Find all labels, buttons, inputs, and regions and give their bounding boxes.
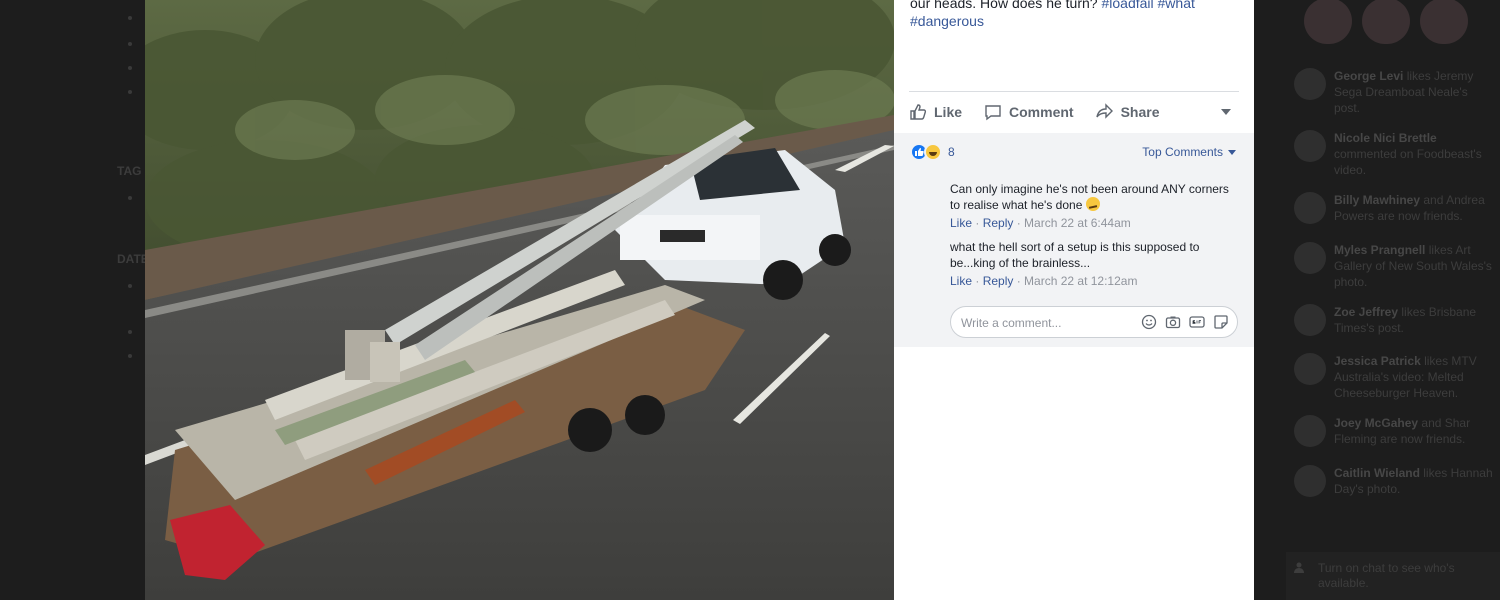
- hashtag-what[interactable]: #what: [1158, 0, 1195, 11]
- comment-text: Can only imagine he's not been around AN…: [950, 182, 1229, 212]
- reactions-count: 8: [948, 145, 955, 159]
- comment-meta: Like · Reply · March 22 at 6:44am: [950, 216, 1131, 230]
- thumbs-up-icon: [910, 103, 927, 120]
- comment-label: Comment: [1009, 103, 1074, 120]
- comment-bubble-icon: [985, 104, 1001, 120]
- right-sidebar: George Levi likes Jeremy Sega Dreamboat …: [1254, 0, 1500, 600]
- comments-section: 8 Top Comments Can only imagine he's not…: [894, 133, 1254, 347]
- comment-reply-link[interactable]: Reply: [983, 216, 1014, 230]
- share-button[interactable]: Share: [1095, 102, 1160, 121]
- ticker-item[interactable]: Nicole Nici Brettle commented on Foodbea…: [1294, 130, 1494, 178]
- post-photo[interactable]: [145, 0, 894, 600]
- chevron-down-icon: [1228, 149, 1236, 155]
- share-arrow-icon: [1095, 102, 1113, 119]
- comment-button[interactable]: Comment: [984, 103, 1074, 121]
- story-thumbnail[interactable]: [1362, 0, 1410, 44]
- bullet: [128, 196, 132, 200]
- dates-heading: DATE: [117, 252, 149, 266]
- ticker-item[interactable]: Myles Prangnell likes Art Gallery of New…: [1294, 242, 1494, 290]
- avatar: [1294, 68, 1326, 100]
- post-panel: our heads. How does he turn? #loadfail #…: [894, 0, 1254, 600]
- haha-reaction-icon: [924, 143, 942, 161]
- comment-timestamp[interactable]: March 22 at 12:12am: [1024, 274, 1137, 288]
- ute-trailer-photo: [145, 0, 894, 600]
- bullet: [128, 284, 132, 288]
- photo-viewer: TAG DATE our heads. How does he turn? #l…: [0, 0, 1500, 600]
- like-button[interactable]: Like: [909, 103, 962, 121]
- ticker-name: George Levi: [1334, 69, 1404, 83]
- like-label: Like: [934, 103, 963, 120]
- audience-dropdown-caret[interactable]: [1221, 109, 1231, 115]
- ticker-item[interactable]: Joey McGahey and Shar Fleming are now fr…: [1294, 415, 1494, 447]
- ticker-name: Billy Mawhiney: [1334, 193, 1421, 207]
- write-comment-input[interactable]: Write a comment...: [950, 306, 1238, 338]
- post-actions-bar: Like Comment Share: [909, 91, 1239, 131]
- ticker-item[interactable]: George Levi likes Jeremy Sega Dreamboat …: [1294, 68, 1494, 116]
- hashtag-loadfail[interactable]: #loadfail: [1101, 0, 1153, 11]
- comment-item: what the hell sort of a setup is this su…: [950, 239, 1240, 289]
- bullet: [128, 354, 132, 358]
- ticker-item[interactable]: Caitlin Wieland likes Hannah Day's photo…: [1294, 465, 1494, 497]
- ticker-name: Myles Prangnell: [1334, 243, 1426, 257]
- avatar: [1294, 465, 1326, 497]
- caption-text: our heads. How does he turn?: [910, 0, 1098, 11]
- avatar: [1294, 304, 1326, 336]
- chat-bar[interactable]: Turn on chat to see who's available.: [1286, 552, 1500, 600]
- ticker-item[interactable]: Zoe Jeffrey likes Brisbane Times's post.: [1294, 304, 1494, 336]
- tags-heading: TAG: [117, 164, 142, 178]
- reactions-summary[interactable]: 8: [910, 143, 955, 161]
- hashtag-dangerous[interactable]: #dangerous: [910, 13, 984, 29]
- post-caption: our heads. How does he turn? #loadfail #…: [910, 0, 1240, 30]
- sticker-icon[interactable]: [1213, 314, 1229, 330]
- people-icon: [1294, 562, 1304, 573]
- story-thumbnail[interactable]: [1304, 0, 1352, 44]
- comment-text: what the hell sort of a setup is this su…: [950, 240, 1200, 270]
- comment-item: Can only imagine he's not been around AN…: [950, 181, 1240, 231]
- share-label: Share: [1120, 103, 1160, 120]
- bullet: [128, 90, 132, 94]
- turn-on-chat-text: Turn on chat to see who's available.: [1318, 561, 1455, 590]
- bullet: [128, 42, 132, 46]
- stories-row: [1304, 0, 1468, 44]
- comment-timestamp[interactable]: March 22 at 6:44am: [1024, 216, 1131, 230]
- ticker-item[interactable]: Jessica Patrick likes MTV Australia's vi…: [1294, 353, 1494, 401]
- comment-reply-link[interactable]: Reply: [983, 274, 1014, 288]
- write-comment-placeholder: Write a comment...: [961, 316, 1062, 330]
- ticker-item[interactable]: Billy Mawhiney and Andrea Powers are now…: [1294, 192, 1494, 224]
- bullet: [128, 330, 132, 334]
- ticker-name: Nicole Nici Brettle: [1334, 131, 1437, 145]
- background-left-column: TAG DATE: [0, 0, 149, 600]
- comment-input-icons: [1141, 314, 1229, 330]
- gif-icon[interactable]: [1189, 314, 1205, 330]
- ticker-name: Zoe Jeffrey: [1334, 305, 1399, 319]
- bullet: [128, 66, 132, 70]
- ticker-name: Caitlin Wieland: [1334, 466, 1420, 480]
- comment-meta: Like · Reply · March 22 at 12:12am: [950, 274, 1138, 288]
- avatar: [1294, 415, 1326, 447]
- comment-like-link[interactable]: Like: [950, 274, 972, 288]
- bullet: [128, 16, 132, 20]
- emoji-icon[interactable]: [1141, 314, 1157, 330]
- comment-like-link[interactable]: Like: [950, 216, 972, 230]
- top-comments-label: Top Comments: [1142, 145, 1223, 159]
- avatar: [1294, 130, 1326, 162]
- avatar: [1294, 353, 1326, 385]
- ticker-name: Joey McGahey: [1334, 416, 1419, 430]
- avatar: [1294, 192, 1326, 224]
- confused-face-emoji-icon: [1085, 197, 1100, 211]
- story-thumbnail[interactable]: [1420, 0, 1468, 44]
- ticker-name: Jessica Patrick: [1334, 354, 1421, 368]
- camera-icon[interactable]: [1165, 314, 1181, 330]
- ticker-text: commented on Foodbeast's video.: [1334, 147, 1482, 177]
- avatar: [1294, 242, 1326, 274]
- top-comments-dropdown[interactable]: Top Comments: [1142, 145, 1236, 159]
